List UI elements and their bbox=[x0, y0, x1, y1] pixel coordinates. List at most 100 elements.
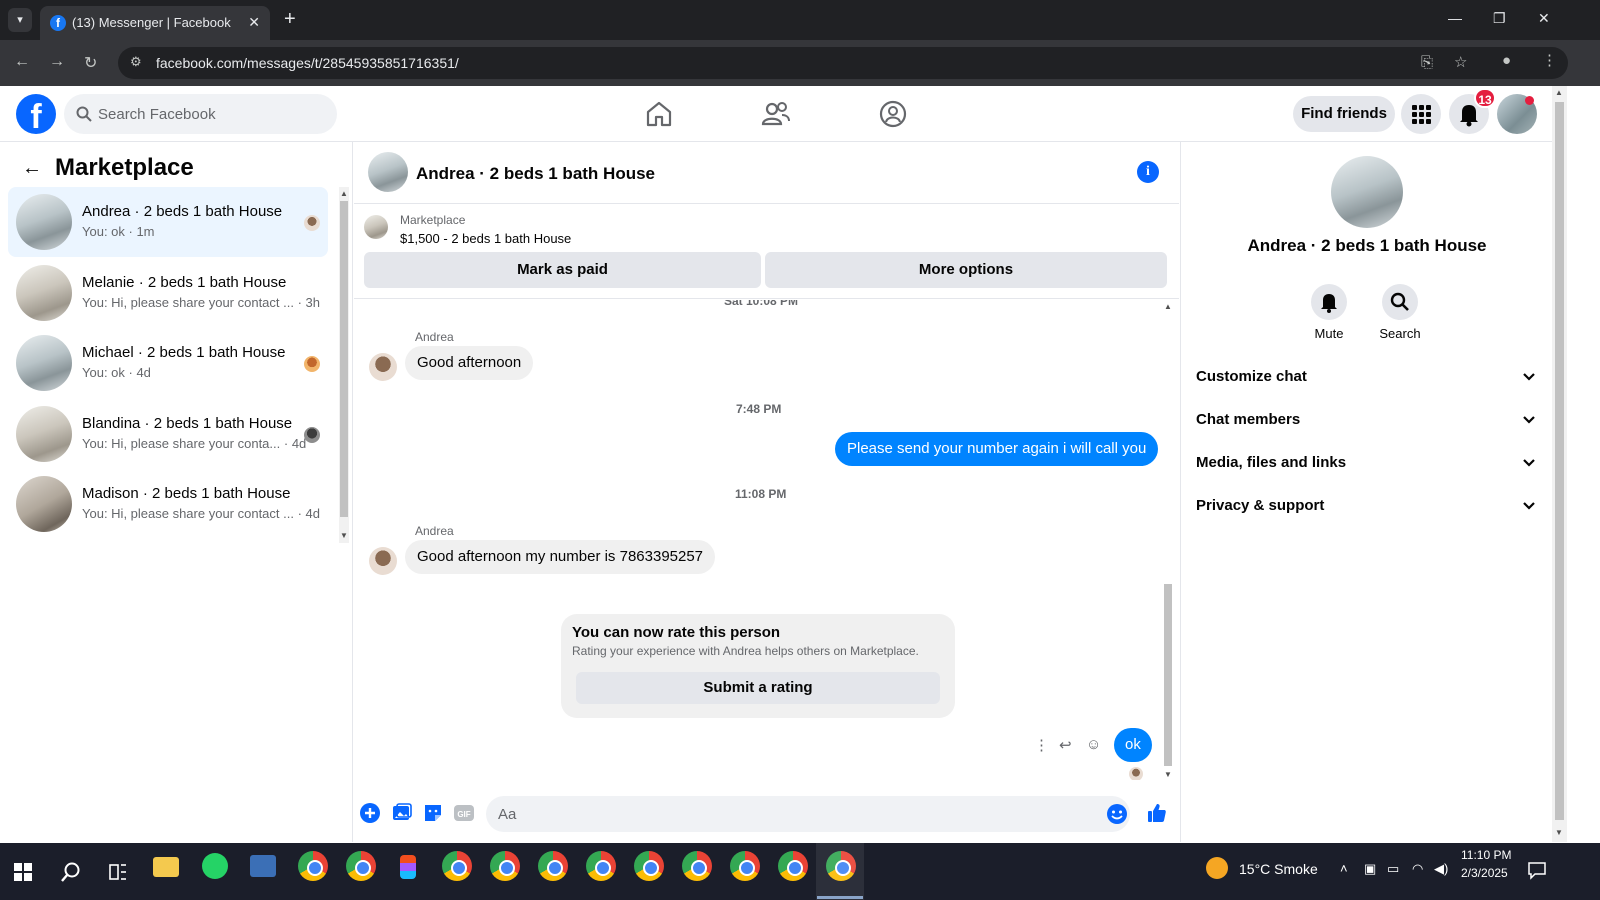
battery-icon[interactable]: ▭ bbox=[1387, 861, 1399, 877]
page-scrollbar[interactable]: ▲ ▼ bbox=[1552, 86, 1567, 842]
customize-chat-section[interactable]: Customize chat bbox=[1196, 357, 1536, 397]
chat-title[interactable]: Andrea · 2 beds 1 bath House bbox=[416, 164, 655, 184]
chat-members-section[interactable]: Chat members bbox=[1196, 400, 1536, 440]
chrome-icon[interactable] bbox=[346, 851, 376, 881]
chrome-icon[interactable] bbox=[298, 851, 328, 881]
submit-rating-button[interactable]: Submit a rating bbox=[576, 672, 940, 704]
home-icon[interactable] bbox=[643, 98, 675, 130]
tray-app-icon[interactable]: ▣ bbox=[1364, 861, 1376, 877]
figma-icon[interactable] bbox=[400, 855, 416, 879]
scroll-thumb[interactable] bbox=[1555, 102, 1564, 820]
groups-icon[interactable] bbox=[877, 98, 909, 130]
file-explorer-icon[interactable] bbox=[153, 857, 179, 877]
scroll-up-icon[interactable]: ▲ bbox=[1164, 302, 1172, 311]
scroll-up-icon[interactable]: ▲ bbox=[340, 189, 348, 198]
thumbs-up-icon[interactable] bbox=[1146, 802, 1168, 824]
section-label: Media, files and links bbox=[1196, 454, 1347, 471]
menu-grid-button[interactable] bbox=[1401, 94, 1441, 134]
weather-text[interactable]: 15°C Smoke bbox=[1239, 861, 1318, 877]
list-scrollbar[interactable]: ▲ ▼ bbox=[339, 187, 349, 543]
contact-avatar[interactable] bbox=[1331, 156, 1403, 228]
browser-menu-icon[interactable]: ⋮ bbox=[1542, 51, 1557, 69]
profile-icon[interactable]: ● bbox=[1502, 52, 1511, 69]
restore-icon[interactable]: ❐ bbox=[1493, 10, 1506, 27]
chrome-icon[interactable] bbox=[538, 851, 568, 881]
clock-date[interactable]: 2/3/2025 bbox=[1461, 866, 1508, 880]
whatsapp-icon[interactable] bbox=[202, 853, 228, 879]
browser-tab[interactable]: f (13) Messenger | Facebook ✕ bbox=[40, 6, 270, 40]
app-icon[interactable] bbox=[250, 855, 276, 877]
react-emoji-icon[interactable]: ☺ bbox=[1086, 736, 1101, 753]
minimize-icon[interactable]: — bbox=[1448, 10, 1462, 26]
mark-as-paid-button[interactable]: Mark as paid bbox=[364, 252, 761, 288]
reload-icon[interactable]: ↻ bbox=[84, 53, 97, 73]
facebook-search[interactable] bbox=[64, 94, 337, 134]
chrome-icon[interactable] bbox=[490, 851, 520, 881]
scroll-down-icon[interactable]: ▼ bbox=[1555, 828, 1563, 837]
windows-start-icon[interactable] bbox=[14, 863, 32, 881]
chrome-icon[interactable] bbox=[586, 851, 616, 881]
bookmark-star-icon[interactable]: ☆ bbox=[1454, 53, 1467, 71]
chrome-icon[interactable] bbox=[682, 851, 712, 881]
notification-center-icon[interactable] bbox=[1527, 860, 1547, 880]
scroll-up-icon[interactable]: ▲ bbox=[1555, 88, 1563, 97]
chrome-icon[interactable] bbox=[634, 851, 664, 881]
outgoing-message[interactable]: Please send your number again i will cal… bbox=[835, 432, 1159, 466]
info-icon[interactable]: i bbox=[1137, 161, 1159, 183]
mute-action[interactable]: Mute bbox=[1294, 284, 1364, 341]
outgoing-message[interactable]: ok bbox=[1114, 728, 1152, 762]
conversation-item[interactable]: Madison · 2 beds 1 bath House You: Hi, p… bbox=[8, 469, 328, 539]
conversation-item[interactable]: Michael · 2 beds 1 bath House You: ok · … bbox=[8, 328, 328, 398]
more-options-button[interactable]: More options bbox=[765, 252, 1167, 288]
conversation-item[interactable]: Blandina · 2 beds 1 bath House You: Hi, … bbox=[8, 399, 328, 469]
scroll-thumb[interactable] bbox=[1164, 584, 1172, 766]
wifi-icon[interactable]: ◠ bbox=[1412, 861, 1423, 877]
tray-chevron-icon[interactable]: ˄ bbox=[1340, 861, 1348, 876]
back-arrow-icon[interactable]: ← bbox=[22, 157, 42, 180]
photo-icon[interactable] bbox=[391, 802, 413, 824]
rating-heading: You can now rate this person bbox=[572, 624, 781, 641]
find-friends-button[interactable]: Find friends bbox=[1293, 96, 1395, 132]
chat-scrollbar[interactable]: ▲ ▼ bbox=[1162, 300, 1174, 782]
media-files-section[interactable]: Media, files and links bbox=[1196, 443, 1536, 483]
close-tab-icon[interactable]: ✕ bbox=[248, 14, 260, 31]
site-settings-icon[interactable]: ⚙ bbox=[130, 54, 148, 72]
taskbar-search-icon[interactable] bbox=[60, 861, 82, 883]
scroll-down-icon[interactable]: ▼ bbox=[1164, 770, 1172, 779]
reply-icon[interactable]: ↩ bbox=[1059, 736, 1072, 754]
incoming-message[interactable]: Good afternoon my number is 7863395257 bbox=[405, 540, 716, 574]
conversation-item[interactable]: Andrea · 2 beds 1 bath House You: ok · 1… bbox=[8, 187, 328, 257]
friends-icon[interactable] bbox=[760, 98, 792, 130]
message-input-box[interactable] bbox=[486, 796, 1130, 832]
plus-icon[interactable] bbox=[359, 802, 381, 824]
install-app-icon[interactable]: ⎘ bbox=[1421, 54, 1433, 71]
forward-icon[interactable]: → bbox=[49, 53, 65, 71]
new-tab-icon[interactable]: + bbox=[284, 8, 296, 31]
conversation-item[interactable]: Melanie · 2 beds 1 bath House You: Hi, p… bbox=[8, 258, 328, 328]
chrome-icon[interactable] bbox=[730, 851, 760, 881]
facebook-logo[interactable]: f bbox=[16, 94, 56, 134]
back-icon[interactable]: ← bbox=[14, 53, 30, 71]
privacy-support-section[interactable]: Privacy & support bbox=[1196, 486, 1536, 526]
search-input[interactable] bbox=[98, 94, 328, 134]
window-close-icon[interactable]: ✕ bbox=[1538, 10, 1550, 27]
emoji-icon[interactable] bbox=[1106, 803, 1128, 825]
chat-avatar[interactable] bbox=[368, 152, 408, 192]
scroll-thumb[interactable] bbox=[340, 201, 348, 517]
incoming-message[interactable]: Good afternoon bbox=[405, 346, 534, 380]
scroll-down-icon[interactable]: ▼ bbox=[340, 531, 348, 540]
gif-icon[interactable]: GIF bbox=[453, 802, 475, 824]
listing-title[interactable]: $1,500 - 2 beds 1 bath House bbox=[400, 231, 571, 246]
message-input[interactable] bbox=[498, 796, 1098, 832]
search-action[interactable]: Search bbox=[1365, 284, 1435, 341]
more-actions-icon[interactable]: ⋮ bbox=[1034, 736, 1049, 754]
clock-time[interactable]: 11:10 PM bbox=[1461, 848, 1511, 862]
chrome-icon[interactable] bbox=[778, 851, 808, 881]
volume-icon[interactable]: ◀) bbox=[1434, 861, 1448, 877]
sticker-icon[interactable] bbox=[422, 802, 444, 824]
sender-name: Andrea bbox=[415, 330, 454, 344]
address-bar[interactable]: ⚙ facebook.com/messages/t/28545935851716… bbox=[118, 47, 1568, 79]
chrome-icon[interactable] bbox=[442, 851, 472, 881]
tab-search-dropdown-icon[interactable]: ▾ bbox=[8, 8, 32, 32]
task-view-icon[interactable] bbox=[108, 862, 128, 882]
